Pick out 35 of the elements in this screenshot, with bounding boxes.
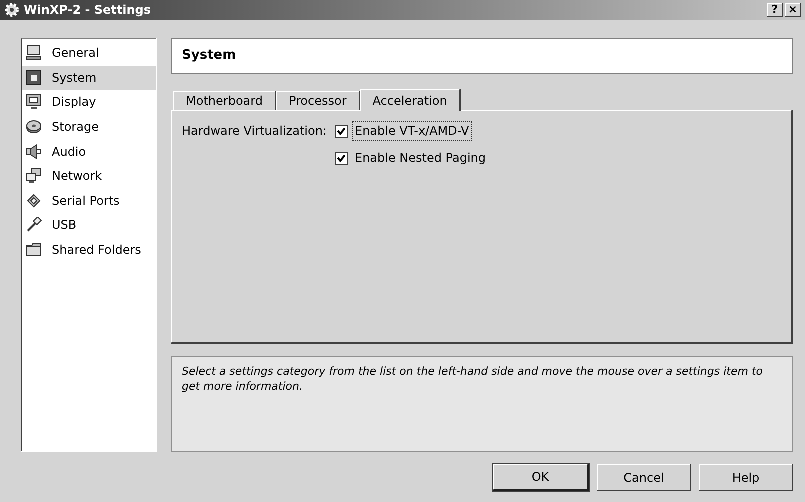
monitor-icon [26,45,42,62]
gear-icon [4,2,20,18]
checkbox-label[interactable]: Enable Nested Paging [352,148,490,168]
sidebar-item[interactable]: Display [22,90,156,115]
field-label: Hardware Virtualization: [182,123,327,140]
folder-icon [26,242,42,258]
sidebar-item[interactable]: System [22,66,156,90]
tab[interactable]: Motherboard [173,91,276,110]
sidebar-item[interactable]: USB [22,213,156,238]
display-icon [26,94,42,110]
tab[interactable]: Processor [276,91,360,110]
ok-button[interactable]: OK [493,464,589,491]
sidebar-item[interactable]: General [22,41,156,66]
checkbox-label[interactable]: Enable VT-x/AMD-V [352,121,472,141]
info-text: Select a settings category from the list on the left-hand side and move the mouse over a settings item to get more information. [182,364,764,394]
plug-icon [26,217,42,234]
computers-icon [26,168,42,184]
window-title: WinXP-2 - Settings [24,2,152,19]
sidebar-item[interactable]: Shared Folders [22,238,156,262]
checkbox[interactable] [334,152,348,164]
sidebar-item[interactable]: Audio [22,139,156,164]
sidebar-item[interactable]: Network [22,164,156,189]
sidebar-item[interactable]: Serial Ports [22,188,156,214]
connector-icon [26,192,42,209]
disk-icon [26,119,42,136]
chip-icon [26,70,42,86]
page-title: System [182,47,236,66]
close-button[interactable]: × [785,3,801,17]
speaker-icon [26,144,42,160]
dialog-button[interactable]: Help [699,464,793,491]
checkbox[interactable] [334,124,348,138]
sidebar-item[interactable]: Storage [22,114,156,140]
help-button[interactable]: ? [767,3,783,17]
dialog-button[interactable]: Cancel [597,464,691,491]
tab[interactable]: Acceleration [360,89,462,111]
